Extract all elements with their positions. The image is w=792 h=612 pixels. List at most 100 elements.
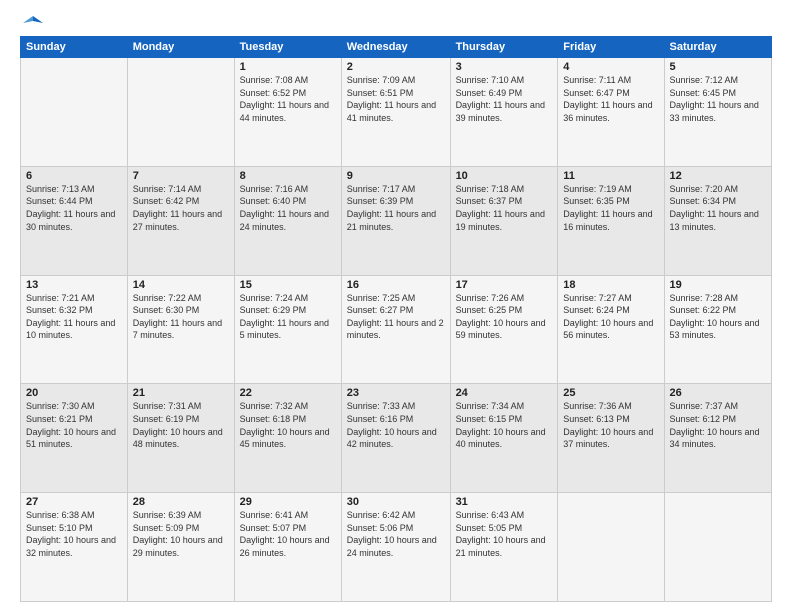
day-number: 29 [240,496,336,508]
day-cell: 29Sunrise: 6:41 AM Sunset: 5:07 PM Dayli… [234,493,341,602]
day-info: Sunrise: 7:22 AM Sunset: 6:30 PM Dayligh… [133,292,229,342]
day-cell: 9Sunrise: 7:17 AM Sunset: 6:39 PM Daylig… [341,166,450,275]
day-number: 26 [670,387,767,399]
day-number: 31 [456,496,553,508]
day-cell: 21Sunrise: 7:31 AM Sunset: 6:19 PM Dayli… [127,384,234,493]
day-number: 5 [670,61,767,73]
day-cell: 30Sunrise: 6:42 AM Sunset: 5:06 PM Dayli… [341,493,450,602]
day-number: 7 [133,170,229,182]
day-cell: 3Sunrise: 7:10 AM Sunset: 6:49 PM Daylig… [450,58,558,167]
weekday-header-monday: Monday [127,37,234,58]
day-number: 17 [456,279,553,291]
weekday-header-friday: Friday [558,37,664,58]
day-number: 2 [347,61,445,73]
day-info: Sunrise: 7:25 AM Sunset: 6:27 PM Dayligh… [347,292,445,342]
day-info: Sunrise: 6:41 AM Sunset: 5:07 PM Dayligh… [240,509,336,559]
day-cell: 26Sunrise: 7:37 AM Sunset: 6:12 PM Dayli… [664,384,772,493]
day-number: 18 [563,279,658,291]
day-number: 9 [347,170,445,182]
calendar-table: SundayMondayTuesdayWednesdayThursdayFrid… [20,36,772,602]
week-row-4: 20Sunrise: 7:30 AM Sunset: 6:21 PM Dayli… [21,384,772,493]
day-cell [21,58,128,167]
day-cell: 5Sunrise: 7:12 AM Sunset: 6:45 PM Daylig… [664,58,772,167]
day-cell: 2Sunrise: 7:09 AM Sunset: 6:51 PM Daylig… [341,58,450,167]
day-number: 12 [670,170,767,182]
header [20,16,772,28]
day-number: 14 [133,279,229,291]
day-info: Sunrise: 7:09 AM Sunset: 6:51 PM Dayligh… [347,74,445,124]
day-cell: 23Sunrise: 7:33 AM Sunset: 6:16 PM Dayli… [341,384,450,493]
day-cell: 16Sunrise: 7:25 AM Sunset: 6:27 PM Dayli… [341,275,450,384]
day-info: Sunrise: 7:30 AM Sunset: 6:21 PM Dayligh… [26,400,122,450]
day-number: 21 [133,387,229,399]
day-cell [127,58,234,167]
week-row-5: 27Sunrise: 6:38 AM Sunset: 5:10 PM Dayli… [21,493,772,602]
day-cell: 17Sunrise: 7:26 AM Sunset: 6:25 PM Dayli… [450,275,558,384]
day-number: 3 [456,61,553,73]
day-cell: 22Sunrise: 7:32 AM Sunset: 6:18 PM Dayli… [234,384,341,493]
day-number: 16 [347,279,445,291]
day-number: 13 [26,279,122,291]
day-cell: 4Sunrise: 7:11 AM Sunset: 6:47 PM Daylig… [558,58,664,167]
day-number: 22 [240,387,336,399]
week-row-2: 6Sunrise: 7:13 AM Sunset: 6:44 PM Daylig… [21,166,772,275]
day-number: 11 [563,170,658,182]
day-number: 19 [670,279,767,291]
day-info: Sunrise: 7:32 AM Sunset: 6:18 PM Dayligh… [240,400,336,450]
day-info: Sunrise: 6:39 AM Sunset: 5:09 PM Dayligh… [133,509,229,559]
day-cell: 20Sunrise: 7:30 AM Sunset: 6:21 PM Dayli… [21,384,128,493]
day-info: Sunrise: 7:19 AM Sunset: 6:35 PM Dayligh… [563,183,658,233]
weekday-header-wednesday: Wednesday [341,37,450,58]
day-cell: 28Sunrise: 6:39 AM Sunset: 5:09 PM Dayli… [127,493,234,602]
logo [20,16,43,28]
day-cell: 15Sunrise: 7:24 AM Sunset: 6:29 PM Dayli… [234,275,341,384]
day-info: Sunrise: 7:13 AM Sunset: 6:44 PM Dayligh… [26,183,122,233]
weekday-header-sunday: Sunday [21,37,128,58]
day-info: Sunrise: 7:12 AM Sunset: 6:45 PM Dayligh… [670,74,767,124]
day-number: 8 [240,170,336,182]
day-cell: 7Sunrise: 7:14 AM Sunset: 6:42 PM Daylig… [127,166,234,275]
day-info: Sunrise: 7:24 AM Sunset: 6:29 PM Dayligh… [240,292,336,342]
day-cell: 1Sunrise: 7:08 AM Sunset: 6:52 PM Daylig… [234,58,341,167]
day-info: Sunrise: 7:36 AM Sunset: 6:13 PM Dayligh… [563,400,658,450]
day-info: Sunrise: 7:10 AM Sunset: 6:49 PM Dayligh… [456,74,553,124]
day-number: 4 [563,61,658,73]
day-number: 30 [347,496,445,508]
day-cell: 8Sunrise: 7:16 AM Sunset: 6:40 PM Daylig… [234,166,341,275]
day-number: 1 [240,61,336,73]
weekday-header-tuesday: Tuesday [234,37,341,58]
day-cell: 25Sunrise: 7:36 AM Sunset: 6:13 PM Dayli… [558,384,664,493]
day-info: Sunrise: 7:20 AM Sunset: 6:34 PM Dayligh… [670,183,767,233]
day-cell: 27Sunrise: 6:38 AM Sunset: 5:10 PM Dayli… [21,493,128,602]
day-info: Sunrise: 7:14 AM Sunset: 6:42 PM Dayligh… [133,183,229,233]
day-info: Sunrise: 7:16 AM Sunset: 6:40 PM Dayligh… [240,183,336,233]
day-cell: 12Sunrise: 7:20 AM Sunset: 6:34 PM Dayli… [664,166,772,275]
day-number: 10 [456,170,553,182]
day-info: Sunrise: 7:27 AM Sunset: 6:24 PM Dayligh… [563,292,658,342]
week-row-1: 1Sunrise: 7:08 AM Sunset: 6:52 PM Daylig… [21,58,772,167]
day-info: Sunrise: 7:28 AM Sunset: 6:22 PM Dayligh… [670,292,767,342]
day-info: Sunrise: 7:31 AM Sunset: 6:19 PM Dayligh… [133,400,229,450]
day-info: Sunrise: 7:11 AM Sunset: 6:47 PM Dayligh… [563,74,658,124]
day-cell: 24Sunrise: 7:34 AM Sunset: 6:15 PM Dayli… [450,384,558,493]
week-row-3: 13Sunrise: 7:21 AM Sunset: 6:32 PM Dayli… [21,275,772,384]
day-info: Sunrise: 7:37 AM Sunset: 6:12 PM Dayligh… [670,400,767,450]
day-info: Sunrise: 7:18 AM Sunset: 6:37 PM Dayligh… [456,183,553,233]
weekday-header-row: SundayMondayTuesdayWednesdayThursdayFrid… [21,37,772,58]
day-cell: 31Sunrise: 6:43 AM Sunset: 5:05 PM Dayli… [450,493,558,602]
day-info: Sunrise: 7:33 AM Sunset: 6:16 PM Dayligh… [347,400,445,450]
day-number: 6 [26,170,122,182]
day-info: Sunrise: 7:17 AM Sunset: 6:39 PM Dayligh… [347,183,445,233]
day-info: Sunrise: 6:43 AM Sunset: 5:05 PM Dayligh… [456,509,553,559]
day-cell: 14Sunrise: 7:22 AM Sunset: 6:30 PM Dayli… [127,275,234,384]
weekday-header-thursday: Thursday [450,37,558,58]
day-cell: 19Sunrise: 7:28 AM Sunset: 6:22 PM Dayli… [664,275,772,384]
day-cell [558,493,664,602]
day-cell: 6Sunrise: 7:13 AM Sunset: 6:44 PM Daylig… [21,166,128,275]
day-info: Sunrise: 7:26 AM Sunset: 6:25 PM Dayligh… [456,292,553,342]
weekday-header-saturday: Saturday [664,37,772,58]
day-cell: 11Sunrise: 7:19 AM Sunset: 6:35 PM Dayli… [558,166,664,275]
day-cell: 13Sunrise: 7:21 AM Sunset: 6:32 PM Dayli… [21,275,128,384]
day-number: 27 [26,496,122,508]
calendar-page: SundayMondayTuesdayWednesdayThursdayFrid… [0,0,792,612]
